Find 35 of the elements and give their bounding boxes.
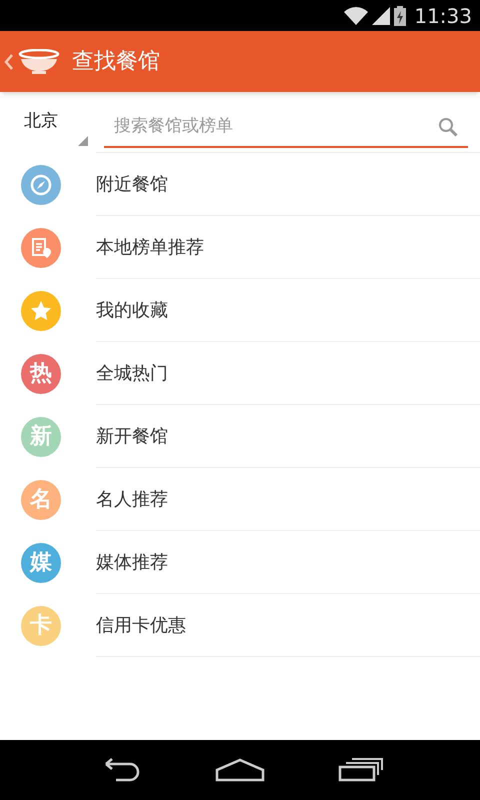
menu-item-label: 本地榜单推荐 [96, 236, 204, 260]
search-input[interactable]: 搜索餐馆或榜单 [114, 114, 438, 140]
menu-item-label: 信用卡优惠 [96, 614, 186, 638]
battery-icon [394, 6, 406, 26]
menu-item[interactable]: 附近餐馆 [0, 153, 480, 216]
menu-item[interactable]: 名 名人推荐 [0, 468, 480, 531]
character-icon: 卡 [21, 606, 61, 646]
recent-apps-icon[interactable] [338, 758, 384, 782]
menu-item-label: 附近餐馆 [96, 172, 168, 196]
character-icon: 热 [21, 354, 61, 394]
menu-item-label: 全城热门 [96, 362, 168, 386]
menu-item-label: 我的收藏 [96, 298, 168, 322]
menu-item[interactable]: 卡 信用卡优惠 [0, 594, 480, 657]
search-icon[interactable] [438, 117, 458, 137]
menu-item[interactable]: 媒 媒体推荐 [0, 531, 480, 594]
menu-item-label: 媒体推荐 [96, 550, 168, 574]
menu-item[interactable]: 我的收藏 [0, 279, 480, 342]
city-selector[interactable]: 北京 [0, 92, 90, 152]
page-title: 查找餐馆 [72, 48, 160, 76]
wifi-icon [344, 6, 368, 24]
dropdown-corner-icon [78, 136, 88, 146]
search-field[interactable]: 搜索餐馆或榜单 [104, 108, 468, 148]
character-icon: 媒 [21, 542, 61, 582]
bowl-icon [18, 48, 60, 74]
menu-item[interactable]: 本地榜单推荐 [0, 216, 480, 279]
character-icon: 名 [21, 480, 61, 520]
chevron-left-icon [4, 54, 14, 70]
clock-time: 11:33 [414, 2, 472, 30]
character-icon: 新 [21, 416, 61, 456]
menu-item[interactable]: 热 全城热门 [0, 342, 480, 405]
signal-icon [372, 6, 390, 24]
menu-item-label: 新开餐馆 [96, 424, 168, 448]
menu-item[interactable]: 新 新开餐馆 [0, 405, 480, 468]
menu-item-label: 名人推荐 [96, 488, 168, 512]
home-icon[interactable] [214, 758, 265, 782]
